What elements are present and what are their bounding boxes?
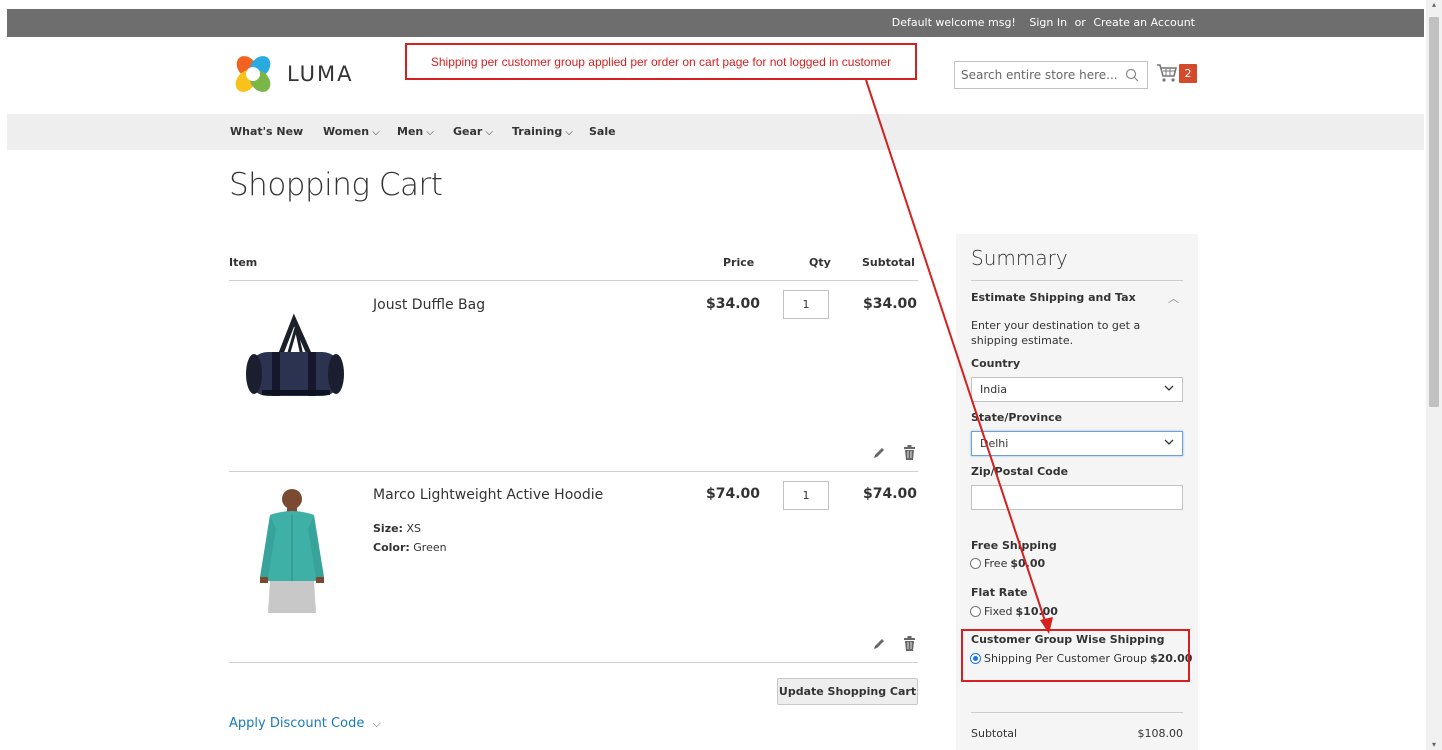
qty-input[interactable]: 1: [783, 290, 829, 319]
summary-title: Summary: [971, 246, 1068, 270]
scroll-down-icon[interactable]: ▾: [1429, 740, 1439, 750]
column-header-subtotal: Subtotal: [862, 256, 915, 269]
nav-label: Sale: [589, 125, 616, 138]
estimate-description: Enter your destination to get a shipping…: [971, 319, 1141, 347]
country-select[interactable]: India: [971, 377, 1183, 402]
zip-field[interactable]: [971, 485, 1183, 510]
nav-label: Training: [512, 125, 563, 138]
radio-button[interactable]: [970, 558, 981, 569]
table-divider: [229, 662, 918, 663]
trash-icon[interactable]: [903, 445, 916, 460]
column-header-qty: Qty: [809, 256, 831, 269]
cart-count-badge[interactable]: 2: [1179, 64, 1197, 83]
annotation-arrow: [865, 79, 1053, 634]
edit-pencil-icon[interactable]: [872, 446, 886, 460]
trash-icon[interactable]: [903, 636, 916, 651]
item-price: $74.00: [706, 486, 761, 502]
subtotal-value: $108.00: [1137, 727, 1184, 740]
nav-item-women[interactable]: Women ⌵: [323, 125, 380, 138]
shipping-option-free[interactable]: Free $0.00: [970, 557, 1045, 570]
summary-divider: [971, 280, 1183, 281]
nav-item-sale[interactable]: Sale: [589, 125, 616, 138]
hoodie-model-image[interactable]: [256, 485, 328, 617]
option-size: Size: XS: [373, 522, 421, 535]
summary-divider: [971, 712, 1183, 713]
scrollbar-thumb[interactable]: [1429, 17, 1439, 407]
search-icon[interactable]: [1125, 68, 1139, 82]
chevron-down-icon: [1164, 439, 1174, 445]
state-label: State/Province: [971, 411, 1063, 424]
zip-label: Zip/Postal Code: [971, 465, 1069, 478]
scroll-up-icon[interactable]: ▴: [1429, 0, 1439, 10]
chevron-down-icon: ⌵: [565, 127, 573, 138]
option-label: Size:: [373, 522, 403, 535]
sign-in-link[interactable]: Sign In: [1029, 16, 1067, 29]
highlight-box: [961, 629, 1190, 682]
chevron-down-icon: ⌵: [372, 717, 381, 730]
store-logo[interactable]: LUMA: [233, 54, 354, 94]
chevron-down-icon: ⌵: [426, 127, 434, 138]
item-subtotal: $74.00: [863, 486, 918, 502]
apply-discount-label: Apply Discount Code: [229, 716, 365, 731]
chevron-up-icon: ︿: [1168, 292, 1179, 305]
method-name: Free: [984, 557, 1008, 570]
page-title: Shopping Cart: [229, 167, 443, 203]
luma-logo-icon: [235, 56, 271, 92]
option-label: Color:: [373, 541, 410, 554]
main-navigation: What's New Women ⌵ Men ⌵ Gear ⌵ Training ⌵ S…: [7, 114, 1424, 150]
cart-icon[interactable]: [1156, 63, 1178, 83]
chevron-down-icon: ⌵: [485, 127, 493, 138]
estimate-heading: Estimate Shipping and Tax: [971, 291, 1136, 304]
chevron-down-icon: [1164, 385, 1174, 391]
duffle-bag-image[interactable]: [242, 312, 346, 406]
nav-item-gear[interactable]: Gear ⌵: [453, 125, 493, 138]
nav-item-whats-new[interactable]: What's New: [230, 125, 303, 138]
state-value: Delhi: [980, 437, 1009, 450]
method-price: $0.00: [1010, 557, 1046, 570]
item-subtotal: $34.00: [863, 296, 918, 312]
country-label: Country: [971, 357, 1021, 370]
or-text: or: [1074, 16, 1086, 29]
header-links: Default welcome msg! Sign In or Create a…: [888, 16, 1195, 29]
apply-discount-toggle[interactable]: Apply Discount Code ⌵: [229, 716, 381, 731]
annotation-callout: Shipping per customer group applied per …: [405, 43, 917, 80]
nav-item-men[interactable]: Men ⌵: [397, 125, 434, 138]
qty-input[interactable]: 1: [783, 481, 829, 510]
table-divider: [229, 471, 918, 472]
table-divider: [229, 280, 918, 281]
column-header-price: Price: [723, 256, 755, 269]
nav-label: What's New: [230, 125, 304, 138]
page: Default welcome msg! Sign In or Create a…: [0, 0, 1426, 750]
chevron-down-icon: ⌵: [372, 127, 380, 138]
nav-label: Gear: [453, 125, 483, 138]
radio-button[interactable]: [970, 606, 981, 617]
option-color: Color: Green: [373, 541, 447, 554]
method-price: $10.00: [1015, 605, 1058, 618]
product-name-link[interactable]: Joust Duffle Bag: [373, 297, 485, 313]
estimate-shipping-toggle[interactable]: Estimate Shipping and Tax ︿: [971, 291, 1183, 305]
update-cart-button[interactable]: Update Shopping Cart: [777, 678, 918, 705]
welcome-message: Default welcome msg!: [891, 16, 1016, 29]
nav-label: Men: [397, 125, 424, 138]
option-value: Green: [413, 541, 447, 554]
country-value: India: [980, 383, 1007, 396]
shipping-option-flat-rate[interactable]: Fixed $10.00: [970, 605, 1058, 618]
top-bar: Default welcome msg! Sign In or Create a…: [7, 9, 1424, 37]
create-account-link[interactable]: Create an Account: [1093, 16, 1195, 29]
state-select[interactable]: Delhi: [971, 431, 1183, 456]
product-name-link[interactable]: Marco Lightweight Active Hoodie: [373, 487, 603, 503]
annotation-text: Shipping per customer group applied per …: [430, 55, 892, 69]
column-header-item: Item: [229, 256, 258, 269]
item-price: $34.00: [706, 296, 761, 312]
logo-text: LUMA: [287, 62, 354, 86]
nav-label: Women: [323, 125, 370, 138]
search-input[interactable]: Search entire store here...: [954, 61, 1148, 89]
option-value: XS: [406, 522, 421, 535]
search-placeholder: Search entire store here...: [961, 68, 1118, 82]
carrier-title: Free Shipping: [971, 539, 1057, 552]
method-name: Fixed: [984, 605, 1013, 618]
nav-item-training[interactable]: Training ⌵: [512, 125, 573, 138]
carrier-title: Flat Rate: [971, 586, 1028, 599]
edit-pencil-icon[interactable]: [872, 637, 886, 651]
